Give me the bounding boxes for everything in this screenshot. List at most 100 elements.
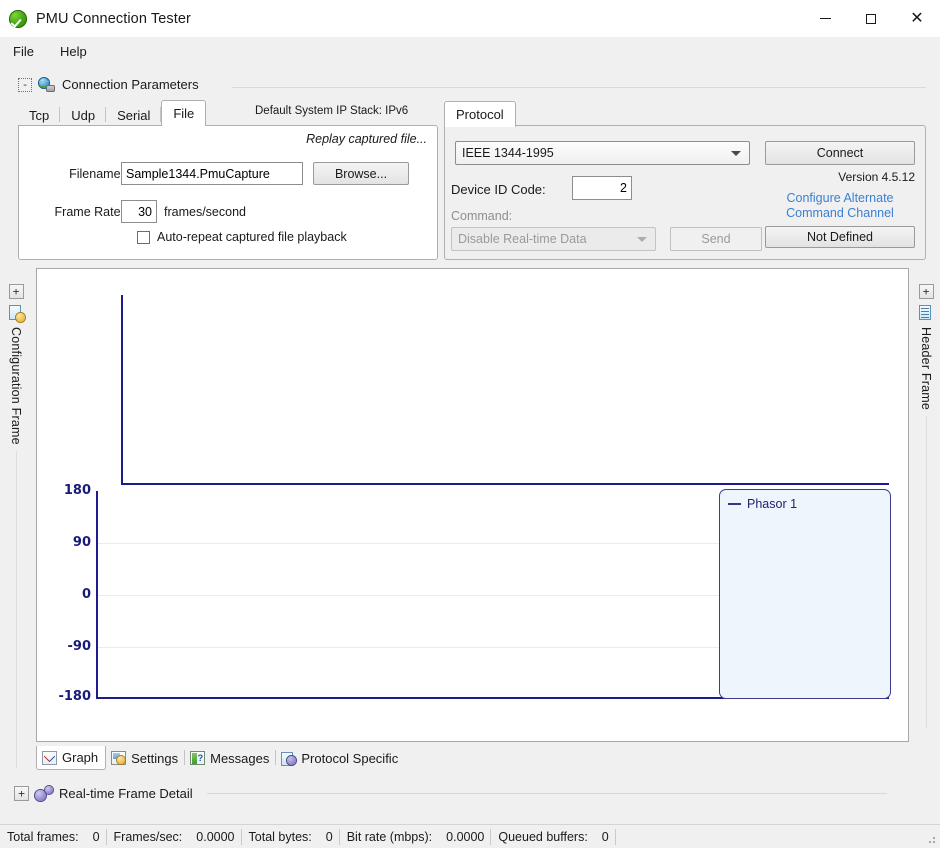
status-queued-buffers-label: Queued buffers: [498, 829, 588, 844]
status-frames-per-sec-label: Frames/sec: [113, 829, 183, 844]
browse-button[interactable]: Browse... [313, 162, 409, 185]
angle-chart-y-axis [96, 491, 98, 699]
configuration-frame-expander[interactable]: + [8, 284, 24, 299]
angle-chart-ytick: 90 [72, 535, 91, 550]
menu-help[interactable]: Help [47, 40, 100, 63]
filename-label: Filename: [69, 167, 124, 181]
tab-messages-label: Messages [210, 750, 270, 766]
tab-settings[interactable]: Settings [106, 746, 186, 770]
status-total-frames-label: Total frames: [7, 829, 79, 844]
frame-rate-units: frames/second [164, 205, 246, 219]
protocol-select[interactable]: IEEE 1344-1995 [455, 141, 750, 165]
tab-protocol-specific[interactable]: Protocol Specific [276, 746, 405, 770]
window-controls: ✕ [802, 0, 940, 37]
tab-graph-label: Graph [62, 750, 99, 765]
legend-swatch [728, 503, 741, 505]
status-bit-rate-label: Bit rate (mbps): [346, 829, 433, 844]
title-bar: PMU Connection Tester ✕ [0, 0, 940, 37]
real-time-frame-detail-rule [206, 792, 887, 794]
status-total-frames-value: 0 [86, 828, 107, 846]
magnitude-chart-x-axis [121, 483, 889, 485]
status-frames-per-sec-value: 0.0000 [189, 828, 242, 846]
auto-repeat-label: Auto-repeat captured file playback [157, 230, 347, 244]
send-button[interactable]: Send [670, 227, 762, 251]
tab-graph[interactable]: Graph [36, 746, 107, 770]
real-time-frame-detail-expander[interactable]: + [14, 785, 29, 801]
configuration-frame-dock-line [15, 450, 17, 768]
menu-file[interactable]: File [0, 40, 47, 63]
tab-serial[interactable]: Serial [106, 104, 162, 126]
chevron-down-icon [731, 151, 741, 156]
header-frame-icon [918, 305, 934, 321]
header-frame-label: Header Frame [919, 327, 933, 410]
version-text: Version 4.5.12 [838, 170, 915, 184]
header-frame-dock[interactable]: + Header Frame [914, 268, 938, 728]
configure-alternate-channel-link-line2[interactable]: Command Channel [765, 206, 915, 221]
window-title: PMU Connection Tester [36, 10, 191, 27]
configure-alternate-channel-link-line1[interactable]: Configure Alternate [765, 191, 915, 206]
status-total-bytes-value: 0 [319, 828, 340, 846]
resize-grip[interactable] [925, 833, 937, 845]
tab-settings-label: Settings [131, 750, 179, 766]
connection-parameters-expander[interactable]: - [18, 77, 32, 92]
menu-bar: File Help [0, 37, 940, 67]
angle-chart-legend: Phasor 1 [719, 489, 891, 699]
status-queued-buffers-value: 0 [595, 828, 616, 846]
auto-repeat-checkbox[interactable] [137, 230, 150, 244]
status-bar: Total frames: 0 Frames/sec: 0.0000 Total… [0, 824, 940, 848]
device-id-label: Device ID Code: [451, 182, 546, 197]
close-button[interactable]: ✕ [894, 0, 940, 37]
maximize-button[interactable] [848, 0, 894, 37]
configuration-frame-label: Configuration Frame [9, 327, 23, 445]
protocol-tab-strip: Protocol [444, 101, 926, 127]
graph-area: 180 90 0 -90 -180 Phasor 1 [36, 268, 909, 742]
legend-entry: Phasor 1 [728, 497, 797, 511]
protocol-panel: IEEE 1344-1995 Device ID Code: Command: … [444, 125, 926, 260]
filename-input[interactable] [121, 162, 303, 185]
tab-serial-label: Serial [117, 107, 151, 123]
protocol-select-value: IEEE 1344-1995 [462, 146, 554, 160]
chevron-down-icon [637, 237, 647, 242]
status-total-bytes-label: Total bytes: [248, 829, 312, 844]
configuration-frame-dock[interactable]: + Configuration Frame [4, 268, 28, 768]
tab-messages[interactable]: Messages [185, 746, 277, 770]
config-frame-icon [8, 305, 25, 322]
real-time-frame-detail-header[interactable]: + Real-time Frame Detail [14, 782, 887, 804]
gears-icon [35, 785, 53, 801]
connection-parameters-header[interactable]: - Connection Parameters [18, 77, 199, 92]
legend-label: Phasor 1 [747, 497, 798, 511]
protocol-icon [281, 751, 297, 766]
tab-tcp[interactable]: Tcp [18, 104, 61, 126]
real-time-frame-detail-label: Real-time Frame Detail [59, 785, 193, 801]
file-tab-panel: Replay captured file... Filename: Browse… [18, 125, 438, 260]
replay-captured-file-label: Replay captured file... [306, 132, 427, 146]
header-frame-expander[interactable]: + [918, 284, 934, 299]
tab-protocol-label: Protocol [456, 107, 504, 122]
status-bit-rate-value: 0.0000 [439, 828, 492, 846]
app-icon [9, 9, 27, 28]
device-id-input[interactable] [572, 176, 632, 200]
magnitude-chart [37, 269, 910, 491]
auto-repeat-row[interactable]: Auto-repeat captured file playback [137, 230, 347, 244]
angle-chart: 180 90 0 -90 -180 Phasor 1 [37, 483, 910, 741]
magnitude-chart-y-axis [121, 295, 123, 485]
command-select[interactable]: Disable Real-time Data [451, 227, 656, 251]
connect-button[interactable]: Connect [765, 141, 915, 165]
minimize-button[interactable] [802, 0, 848, 37]
connection-parameters-title: Connection Parameters [62, 77, 199, 92]
tab-udp[interactable]: Udp [60, 104, 106, 126]
tab-protocol[interactable]: Protocol [444, 101, 516, 127]
tab-protocol-specific-label: Protocol Specific [301, 750, 399, 766]
angle-chart-ytick: -90 [67, 639, 92, 654]
angle-chart-ytick: 0 [81, 587, 91, 602]
header-frame-dock-line [925, 416, 927, 728]
tab-udp-label: Udp [71, 107, 96, 123]
angle-chart-ytick: -180 [58, 689, 91, 704]
tab-tcp-label: Tcp [29, 107, 50, 123]
connection-parameters-rule [232, 87, 926, 88]
chart-icon [42, 750, 57, 765]
alternate-channel-status-button[interactable]: Not Defined [765, 226, 915, 248]
tab-file[interactable]: File [161, 100, 207, 126]
settings-icon [111, 751, 127, 765]
frame-rate-input[interactable] [121, 200, 157, 223]
